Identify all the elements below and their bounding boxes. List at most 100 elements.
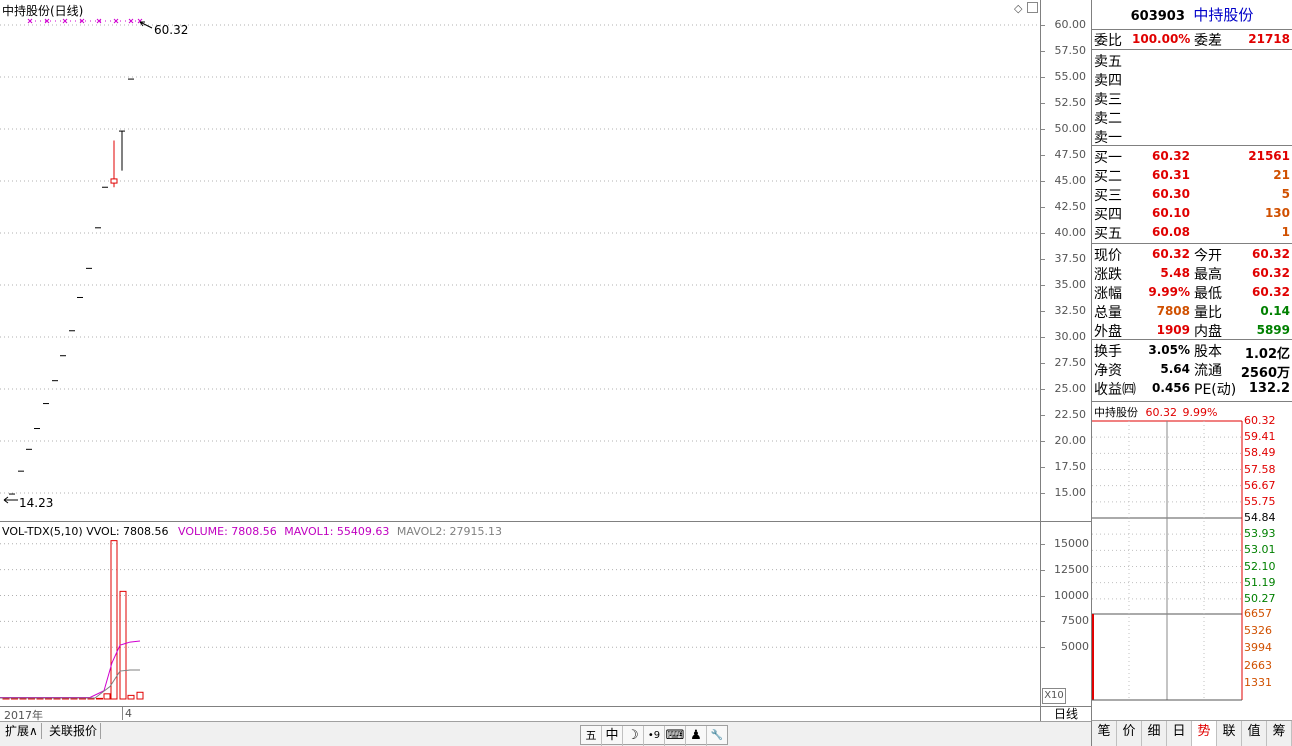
- moon-icon[interactable]: ☽: [623, 726, 644, 746]
- tab-expand[interactable]: 扩展∧: [2, 723, 42, 739]
- right-tab[interactable]: 日: [1167, 721, 1192, 746]
- stat-value: 60.32: [1152, 247, 1190, 261]
- right-tab[interactable]: 势: [1192, 721, 1217, 746]
- right-tab[interactable]: 联: [1217, 721, 1242, 746]
- stat-label: 内盘: [1194, 324, 1222, 340]
- vol-y-tick: 5000: [1061, 640, 1089, 654]
- quote-header: 603903 中持股份: [1092, 0, 1292, 30]
- stat-label: 外盘: [1094, 324, 1122, 340]
- high-price-label: 60.32: [154, 23, 189, 37]
- main-y-tick: 32.50: [1054, 304, 1087, 317]
- volume-bar: [79, 697, 86, 700]
- low-price-label: 14.23: [19, 496, 54, 510]
- right-tab[interactable]: 细: [1142, 721, 1167, 746]
- mini-price-tick: 56.67: [1244, 478, 1276, 492]
- mini-price-tick: 59.41: [1244, 430, 1276, 444]
- volume-bar: [110, 540, 118, 700]
- chinese-mode-icon[interactable]: 中: [602, 726, 623, 746]
- right-tab[interactable]: 价: [1117, 721, 1142, 746]
- main-chart-area[interactable]: 中持股份(日线) ◇ 60.32 14.23: [0, 0, 1041, 522]
- five-stroke-icon[interactable]: 五: [581, 726, 602, 746]
- stock-code: 603903: [1130, 9, 1185, 24]
- buy-level-volume: 130: [1264, 206, 1290, 220]
- mini-price-tick: 55.75: [1244, 494, 1276, 508]
- fund-value: 1.02亿: [1244, 347, 1290, 362]
- main-y-tick: 52.50: [1054, 96, 1087, 109]
- punctuation-icon[interactable]: •9: [644, 726, 665, 746]
- mini-vol-tick: 5326: [1244, 624, 1272, 638]
- vol-y-tick: 12500: [1054, 562, 1089, 576]
- signal-marker: [113, 18, 119, 24]
- main-y-axis: 60.00 57.50 55.00 52.50 50.00 47.50 45.00 42.50…: [1041, 0, 1091, 522]
- main-y-tick: 42.50: [1054, 200, 1087, 213]
- user-icon[interactable]: ♟: [686, 726, 707, 746]
- stat-label: 现价: [1094, 248, 1122, 264]
- main-y-tick: 25.00: [1054, 382, 1087, 395]
- buy-level-volume: 5: [1281, 187, 1290, 201]
- wrench-icon[interactable]: 🔧: [707, 726, 727, 746]
- main-y-tick: 20.00: [1054, 434, 1087, 447]
- stat-label: 最高: [1194, 267, 1222, 283]
- fund-value: 5.64: [1160, 362, 1190, 376]
- volume-bar: [70, 697, 78, 700]
- mini-price-tick: 50.27: [1244, 591, 1276, 605]
- volume-chart-area[interactable]: VOL-TDX(5,10) VVOL: 7808.56 VOLUME: 7808…: [0, 522, 1041, 706]
- mini-price-tick: 58.49: [1244, 446, 1276, 460]
- stats-block: 现价 60.32 今开 60.32 涨跌 5.48 最高 60.32 涨幅 9.99% 最低 60.3…: [1092, 244, 1292, 340]
- sell-level-label: 卖一: [1094, 130, 1122, 146]
- main-y-tick: 50.00: [1054, 122, 1087, 135]
- stat-value: 0.14: [1260, 304, 1290, 318]
- volume-bar: [45, 697, 52, 700]
- volume-bar: [11, 697, 18, 700]
- stock-name: 中持股份: [1193, 6, 1254, 24]
- buy-level-price: 60.32: [1152, 149, 1190, 163]
- buy-level-volume: 1: [1281, 225, 1290, 239]
- main-y-tick: 30.00: [1054, 330, 1087, 343]
- volume-svg: [0, 540, 1040, 700]
- fund-label: PE(动): [1194, 382, 1237, 398]
- right-tab[interactable]: 筹: [1267, 721, 1292, 746]
- vol-y-tick: 7500: [1061, 614, 1089, 628]
- volume-bar: [127, 694, 135, 700]
- volume-bar: [28, 697, 35, 700]
- kline-candle-body: [110, 178, 118, 184]
- quote-panel: 603903 中持股份 委比 100.00% 委差 21718 卖五 卖四 卖三 卖二…: [1091, 0, 1292, 402]
- stat-label: 涨跌: [1094, 267, 1122, 283]
- main-y-tick: 15.00: [1054, 486, 1087, 499]
- mini-vol-tick: 2663: [1244, 658, 1272, 672]
- volume-bar: [36, 697, 44, 700]
- buy-level-volume: 21: [1273, 168, 1290, 182]
- right-tab[interactable]: 笔: [1092, 721, 1117, 746]
- stat-value: 7808: [1156, 304, 1190, 318]
- weibi-label: 委比: [1094, 33, 1122, 49]
- mini-price-tick: 54.84: [1244, 511, 1276, 524]
- mavol2-line: [0, 669, 140, 699]
- keyboard-icon[interactable]: ⌨: [665, 726, 686, 746]
- stat-value: 60.32: [1252, 247, 1290, 261]
- main-y-tick: 37.50: [1054, 252, 1087, 265]
- right-tab[interactable]: 值: [1242, 721, 1267, 746]
- fund-label: 收益㈣: [1094, 382, 1136, 398]
- fund-value: 3.05%: [1148, 343, 1190, 357]
- fund-block: 换手 3.05% 股本 1.02亿 净资 5.64 流通 2560万 收益㈣ 0.456 PE(动)…: [1092, 340, 1292, 402]
- buy-level-price: 60.30: [1152, 187, 1190, 201]
- main-y-tick: 57.50: [1054, 44, 1087, 57]
- bottom-tab-bar: 扩展∧ 关联报价 五 中 ☽ •9 ⌨ ♟ 🔧: [0, 721, 1091, 746]
- buy-level-volume: 21561: [1248, 149, 1290, 163]
- buy-level-label: 买三: [1094, 188, 1122, 204]
- sell-level-label: 卖三: [1094, 92, 1122, 108]
- buy-level-price: 60.08: [1152, 225, 1190, 239]
- period-label[interactable]: 日线: [1041, 706, 1091, 721]
- date-axis: 2017年 4: [0, 706, 1041, 722]
- volume-bar: [87, 697, 95, 700]
- fund-label: 流通: [1194, 363, 1222, 379]
- mini-intraday-chart[interactable]: 中持股份 60.32 9.99% 60.32 59.41 58.49 57.58 56.…: [1091, 402, 1292, 720]
- main-y-tick: 55.00: [1054, 70, 1087, 83]
- tab-related-quotes[interactable]: 关联报价: [46, 723, 102, 739]
- fund-label: 净资: [1094, 363, 1122, 379]
- buy-level-label: 买一: [1094, 150, 1122, 166]
- vol-y-tick: 10000: [1054, 588, 1089, 602]
- vol-multiplier: X10: [1042, 688, 1066, 704]
- main-y-tick: 35.00: [1054, 278, 1087, 291]
- volume-bar: [2, 697, 10, 700]
